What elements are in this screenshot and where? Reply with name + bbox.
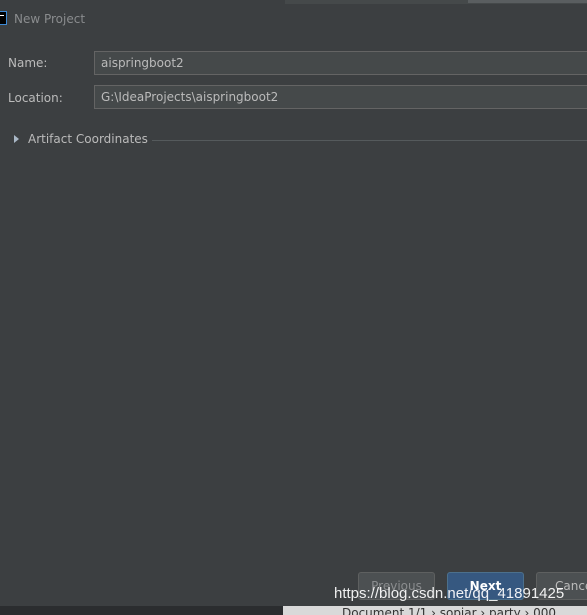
intellij-idea-icon (0, 11, 7, 25)
watermark-text: https://blog.csdn.net/qq_41891425 (334, 585, 565, 602)
artifact-coordinates-label[interactable]: Artifact Coordinates (28, 132, 148, 146)
location-label: Location: (8, 91, 63, 105)
name-field[interactable]: aispringboot2 (94, 51, 587, 75)
statusbar-text: Document 1/1 › sopiar › party › 000 (342, 606, 557, 615)
dialog-title: New Project (14, 12, 86, 26)
top-edge-highlight (468, 0, 587, 3)
section-divider (152, 140, 587, 141)
location-field[interactable]: G:\IdeaProjects\aispringboot2 (94, 85, 587, 109)
new-project-dialog: New Project Name: aispringboot2 Location… (0, 0, 587, 615)
name-label: Name: (8, 56, 48, 70)
triangle-right-icon[interactable] (14, 135, 19, 143)
title-bar[interactable]: New Project (0, 0, 587, 38)
